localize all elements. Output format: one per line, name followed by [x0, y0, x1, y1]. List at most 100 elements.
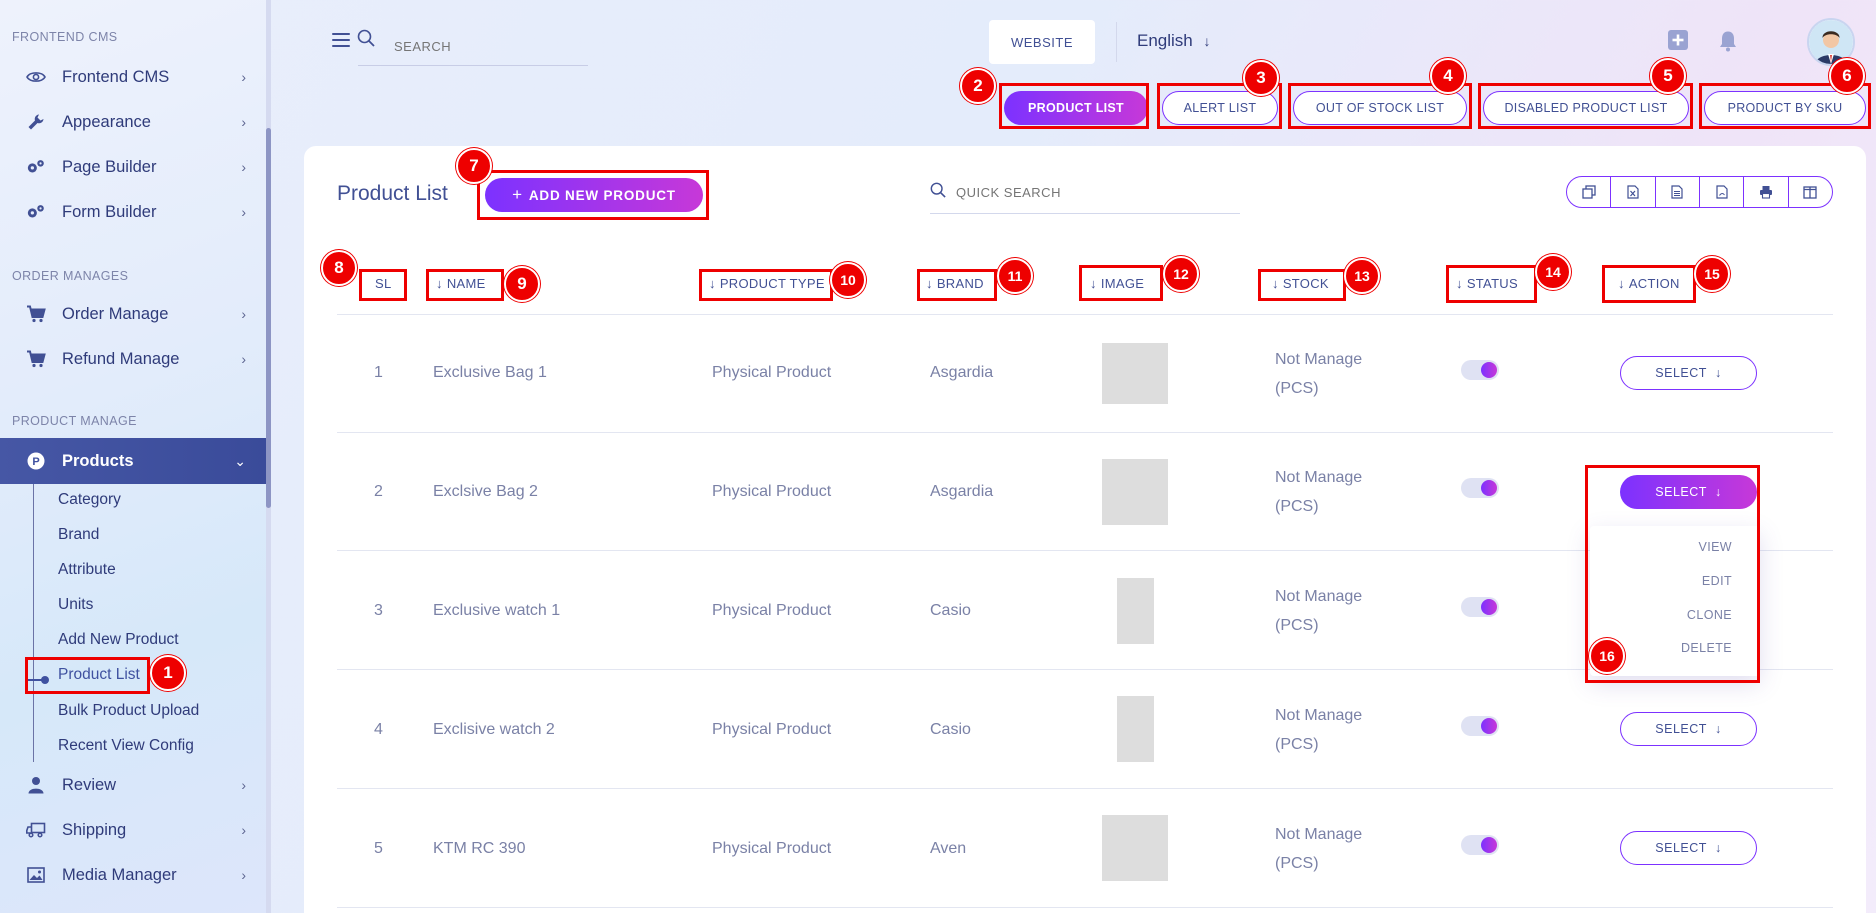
section-product-manage: PRODUCT MANAGE	[12, 414, 137, 428]
excel-icon[interactable]	[1611, 177, 1656, 207]
submenu-add-new-product[interactable]: Add New Product	[58, 631, 179, 649]
image-icon	[26, 865, 46, 885]
columns-icon[interactable]	[1789, 177, 1832, 207]
add-square-icon[interactable]	[1668, 30, 1688, 55]
stock-value: Not Manage	[1275, 707, 1363, 724]
sidebar-item-frontend-cms[interactable]: Frontend CMS ›	[0, 55, 266, 99]
column-header-brand[interactable]: ↓ BRAND	[926, 276, 984, 291]
wrench-icon	[26, 112, 46, 132]
submenu-product-list[interactable]: Product List	[58, 666, 140, 684]
sidebar-item-label: Media Manager	[62, 865, 177, 884]
sidebar-item-products[interactable]: P Products ⌄	[0, 438, 266, 484]
sidebar-item-shipping[interactable]: Shipping ›	[0, 808, 266, 852]
section-frontend-cms: FRONTEND CMS	[12, 30, 118, 44]
tab-product-by-sku[interactable]: PRODUCT BY SKU	[1704, 91, 1866, 125]
cell-product-type: Physical Product	[712, 602, 832, 619]
sidebar-item-order-manage[interactable]: Order Manage ›	[0, 292, 266, 336]
stock-value: Not Manage	[1275, 351, 1363, 368]
annotation-badge: 11	[997, 258, 1033, 294]
menu-item-clone[interactable]: CLONE	[1687, 608, 1732, 622]
menu-item-view[interactable]: VIEW	[1698, 540, 1732, 554]
stock-unit: (PCS)	[1275, 498, 1319, 515]
print-icon[interactable]	[1744, 177, 1789, 207]
sidebar-item-media-manager[interactable]: Media Manager ›	[0, 853, 266, 897]
header-label: SL	[375, 276, 392, 291]
cell-stock: Not Manage (PCS)	[1275, 820, 1362, 878]
select-action-button[interactable]: SELECT ↓	[1620, 356, 1757, 390]
column-header-status[interactable]: ↓ STATUS	[1456, 276, 1518, 291]
language-label: English	[1137, 31, 1193, 50]
header-label: PRODUCT TYPE	[719, 276, 825, 291]
tab-alert-list[interactable]: ALERT LIST	[1162, 91, 1278, 125]
cell-name: Exclusive Bag 1	[433, 364, 547, 381]
csv-icon[interactable]	[1656, 177, 1700, 207]
sidebar-item-review[interactable]: Review ›	[0, 763, 266, 807]
select-action-button[interactable]: SELECT ↓	[1620, 475, 1757, 509]
chevron-right-icon: ›	[241, 822, 246, 838]
header-label: STATUS	[1466, 276, 1518, 291]
website-button[interactable]: WEBSITE	[989, 20, 1095, 64]
sidebar-item-refund-manage[interactable]: Refund Manage ›	[0, 337, 266, 381]
menu-item-delete[interactable]: DELETE	[1681, 641, 1732, 655]
tab-disabled-product-list[interactable]: DISABLED PRODUCT LIST	[1483, 91, 1689, 125]
select-action-button[interactable]: SELECT ↓	[1620, 831, 1757, 865]
quick-search-input[interactable]	[930, 172, 1240, 214]
cell-name: Exclsive Bag 2	[433, 483, 538, 500]
header-label: IMAGE	[1100, 276, 1145, 291]
submenu-category[interactable]: Category	[58, 491, 121, 509]
gears-icon	[26, 202, 46, 222]
search-input[interactable]	[358, 28, 588, 66]
eye-icon	[26, 67, 46, 87]
submenu-brand[interactable]: Brand	[58, 526, 99, 544]
submenu-units[interactable]: Units	[58, 596, 93, 614]
column-header-product-type[interactable]: ↓ PRODUCT TYPE	[709, 276, 825, 291]
status-toggle[interactable]	[1461, 478, 1499, 498]
sidebar: FRONTEND CMS Frontend CMS › Appearance ›…	[0, 0, 266, 913]
submenu-attribute[interactable]: Attribute	[58, 561, 116, 579]
chevron-right-icon: ›	[241, 867, 246, 883]
column-header-sl[interactable]: SL	[375, 276, 392, 291]
add-new-product-button[interactable]: + ADD NEW PRODUCT	[485, 178, 703, 212]
select-label: SELECT	[1655, 366, 1707, 380]
language-select[interactable]: English ↓	[1137, 31, 1211, 51]
cell-sl: 1	[374, 364, 383, 381]
status-toggle[interactable]	[1461, 835, 1499, 855]
status-toggle[interactable]	[1461, 597, 1499, 617]
cart-icon	[26, 349, 46, 369]
product-image	[1102, 343, 1168, 404]
column-header-image[interactable]: ↓ IMAGE	[1090, 276, 1144, 291]
column-header-stock[interactable]: ↓ STOCK	[1272, 276, 1329, 291]
stock-unit: (PCS)	[1275, 380, 1319, 397]
cell-sl: 3	[374, 602, 383, 619]
arrow-down-icon: ↓	[1714, 366, 1722, 380]
section-order-manages: ORDER MANAGES	[12, 269, 129, 283]
cell-sl: 4	[374, 721, 383, 738]
status-toggle[interactable]	[1461, 716, 1499, 736]
toggle-knob	[1481, 837, 1497, 853]
sidebar-item-form-builder[interactable]: Form Builder ›	[0, 190, 266, 234]
select-label: SELECT	[1655, 722, 1707, 736]
bell-icon[interactable]	[1719, 30, 1737, 57]
select-action-button[interactable]: SELECT ↓	[1620, 712, 1757, 746]
sidebar-item-label: Shipping	[62, 820, 127, 839]
annotation-badge: 1	[150, 655, 186, 691]
sidebar-item-appearance[interactable]: Appearance ›	[0, 100, 266, 144]
arrow-down-icon: ↓	[709, 276, 716, 291]
menu-toggle-icon[interactable]	[332, 33, 350, 47]
sidebar-scrollbar-thumb[interactable]	[266, 128, 271, 508]
submenu-recent-view-config[interactable]: Recent View Config	[58, 737, 194, 755]
product-image	[1117, 578, 1154, 644]
pdf-icon[interactable]	[1700, 177, 1745, 207]
tab-product-list[interactable]: PRODUCT LIST	[1004, 91, 1148, 125]
column-header-name[interactable]: ↓ NAME	[436, 276, 486, 291]
tab-out-of-stock-list[interactable]: OUT OF STOCK LIST	[1293, 91, 1467, 125]
column-header-action[interactable]: ↓ ACTION	[1618, 276, 1680, 291]
submenu-bulk-product-upload[interactable]: Bulk Product Upload	[58, 702, 199, 720]
arrow-down-icon: ↓	[1203, 33, 1211, 49]
cell-sl: 2	[374, 483, 383, 500]
status-toggle[interactable]	[1461, 360, 1499, 380]
arrow-down-icon: ↓	[1714, 841, 1722, 855]
sidebar-item-page-builder[interactable]: Page Builder ›	[0, 145, 266, 189]
copy-icon[interactable]	[1567, 177, 1612, 207]
menu-item-edit[interactable]: EDIT	[1702, 574, 1732, 588]
